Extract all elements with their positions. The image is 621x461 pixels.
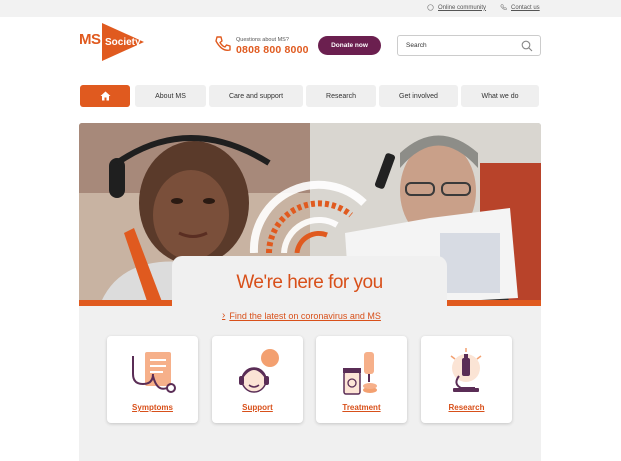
card-research-label: Research — [448, 403, 485, 412]
online-community-label: Online community — [438, 4, 487, 11]
donate-button[interactable]: Donate now — [318, 36, 381, 55]
phone-number: 0808 800 8000 — [236, 44, 309, 56]
nav-research[interactable]: Research — [306, 85, 376, 107]
logo-ms-text: MS — [79, 31, 101, 48]
card-symptoms-label: Symptoms — [132, 403, 173, 412]
chat-icon — [427, 4, 434, 11]
accent-strip-right — [447, 300, 541, 306]
card-treatment[interactable]: Treatment — [316, 336, 407, 423]
nav-what-we-do[interactable]: What we do — [461, 85, 539, 107]
phone-small-icon — [500, 4, 507, 11]
ms-brand-arcs — [249, 180, 367, 253]
card-support[interactable]: Support — [212, 336, 303, 423]
search-icon[interactable] — [521, 40, 533, 52]
card-research[interactable]: Research — [421, 336, 512, 423]
coronavirus-link[interactable]: › Find the latest on coronavirus and MS — [222, 310, 381, 321]
accent-strip-left — [79, 300, 172, 306]
card-support-label: Support — [242, 403, 273, 412]
card-symptoms[interactable]: Symptoms — [107, 336, 198, 423]
nav-care-and-support[interactable]: Care and support — [209, 85, 303, 107]
support-icon — [239, 349, 279, 393]
search-input[interactable]: Search — [406, 42, 427, 49]
online-community-link[interactable]: Online community — [427, 4, 486, 11]
research-icon — [450, 348, 482, 392]
hero-title: We're here for you — [236, 272, 383, 293]
logo-society-text: Society — [105, 37, 141, 48]
home-icon — [100, 91, 110, 101]
utility-bar: Online community Contact us — [0, 0, 621, 17]
helpline[interactable]: Questions about MS? 0808 800 8000 — [214, 35, 308, 58]
treatment-icon — [343, 352, 377, 395]
nav-home[interactable] — [80, 85, 130, 107]
contact-us-label: Contact us — [511, 4, 540, 11]
ms-society-logo[interactable]: MS Society — [79, 23, 145, 61]
contact-us-link[interactable]: Contact us — [500, 4, 540, 11]
phone-icon — [215, 36, 231, 51]
phone-question: Questions about MS? — [236, 37, 289, 43]
chevron-right-icon: › — [222, 310, 226, 321]
logo-triangle: Society — [102, 23, 144, 61]
symptoms-icon — [132, 352, 176, 393]
coronavirus-link-text: Find the latest on coronavirus and MS — [229, 310, 381, 321]
nav-about-ms[interactable]: About MS — [135, 85, 206, 107]
nav-get-involved[interactable]: Get involved — [379, 85, 458, 107]
card-treatment-label: Treatment — [342, 403, 381, 412]
search-box[interactable]: Search — [397, 35, 541, 56]
